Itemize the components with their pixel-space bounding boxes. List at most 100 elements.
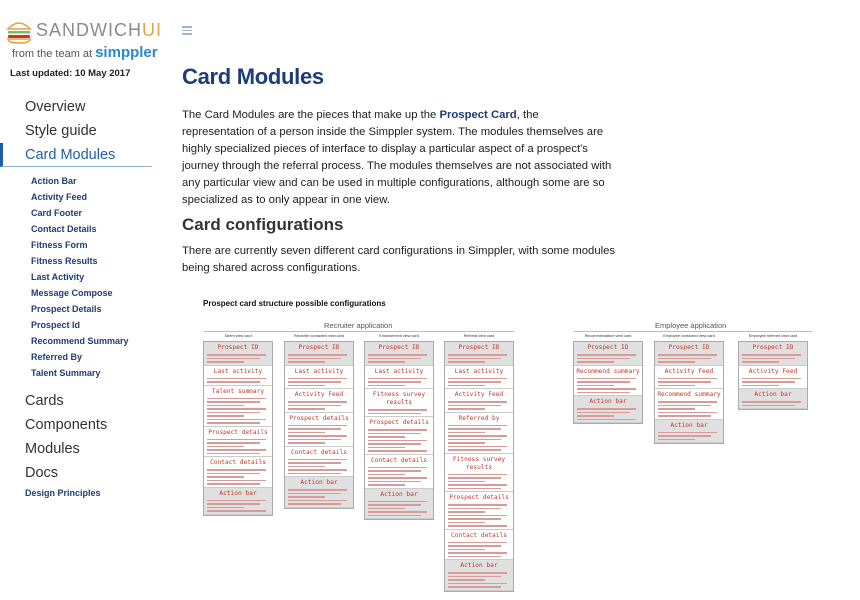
card-module-body (207, 397, 269, 424)
module-text-line (368, 439, 427, 441)
nav-docs[interactable]: Docs (0, 461, 152, 485)
module-text-line (742, 357, 795, 359)
module-text-line (448, 404, 501, 406)
nav-sub-fitness-results[interactable]: Fitness Results (0, 253, 152, 269)
nav-modules[interactable]: Modules (0, 437, 152, 461)
card-module-body (288, 377, 350, 386)
module-text-line (207, 397, 266, 399)
card-module-title: Last activity (454, 367, 504, 375)
module-text-line (207, 503, 260, 505)
sidebar: SANDWICHUI from the team at simppler Last… (0, 0, 161, 600)
module-text-line (742, 401, 801, 403)
module-text-line (658, 361, 696, 363)
module-text-line (368, 357, 421, 359)
module-text-line (368, 511, 427, 513)
module-text-line (742, 377, 801, 379)
nav-sub-prospect-details[interactable]: Prospect Details (0, 301, 152, 317)
module-text-line (368, 450, 427, 452)
module-text-line (448, 435, 507, 437)
card-module: Prospect ID (365, 342, 433, 366)
nav-sub-talent-summary[interactable]: Talent Summary (0, 365, 152, 381)
module-text-line (368, 412, 421, 414)
nav-sub-fitness-form[interactable]: Fitness Form (0, 237, 152, 253)
nav-sub-recommend-summary[interactable]: Recommend Summary (0, 333, 152, 349)
module-text-line (207, 442, 260, 444)
card-module: Action bar (365, 488, 433, 519)
module-text-line (368, 446, 406, 448)
module-text-line (368, 480, 421, 482)
nav-design-principles[interactable]: Design Principles (0, 485, 152, 501)
card-module: Recommend summary (655, 389, 723, 420)
nav-sub-action-bar[interactable]: Action Bar (0, 173, 152, 189)
card-module-body (448, 504, 510, 527)
nav-sub-contact-details[interactable]: Contact Details (0, 221, 152, 237)
card-module-body (742, 377, 804, 386)
nav-card-modules[interactable]: Card Modules (0, 143, 152, 167)
card-module-title: Activity Feed (294, 391, 344, 398)
card-module-title: Prospect ID (587, 344, 629, 351)
module-text-line (448, 541, 507, 543)
module-text-line (577, 391, 630, 393)
module-text-line (288, 462, 341, 464)
module-text-line (288, 442, 326, 444)
nav-sub-referred-by[interactable]: Referred By (0, 349, 152, 365)
card-module: Action bar (739, 389, 807, 409)
card-module-title: Activity Feed (454, 391, 504, 398)
nav-sub-card-footer[interactable]: Card Footer (0, 205, 152, 221)
nav-sub-prospect-id[interactable]: Prospect Id (0, 317, 152, 333)
sandwichui-logo[interactable]: SANDWICHUI from the team at simppler (6, 14, 161, 64)
card-module-body (207, 499, 269, 512)
module-text-line (448, 548, 486, 550)
card-module: Prospect details (445, 492, 513, 530)
module-text-line (577, 354, 636, 356)
module-text-line (577, 411, 630, 413)
card-config-label: Endorsement view card (379, 334, 419, 338)
menu-icon[interactable] (182, 26, 192, 35)
module-text-line (448, 575, 501, 577)
card-module-title: Talent summary (211, 387, 265, 395)
card-config: Prospect ID Activity Feed Recommend summar… (654, 341, 724, 444)
module-text-line (368, 470, 421, 472)
card-module-title: Prospect details (289, 414, 349, 422)
module-text-line (448, 384, 486, 386)
card-module-body (207, 438, 269, 454)
module-text-line (448, 442, 486, 444)
card-module: Action bar (285, 477, 353, 508)
module-text-line (288, 361, 326, 363)
card-module: Activity Feed (655, 366, 723, 389)
module-text-line (288, 489, 347, 491)
card-module-body (368, 500, 430, 516)
card-module-body (368, 354, 430, 363)
last-updated: Last updated: 10 May 2017 (10, 68, 131, 79)
prospect-card-link[interactable]: Prospect Card (439, 109, 516, 121)
module-text-line (207, 408, 266, 410)
card-config-label: Talent view card (224, 334, 252, 338)
module-text-line (658, 377, 717, 379)
module-text-line (448, 552, 507, 554)
card-module: Prospect ID (285, 342, 353, 366)
module-text-line (207, 354, 266, 356)
module-text-line (288, 472, 341, 474)
nav-style-guide[interactable]: Style guide (0, 119, 152, 143)
card-module: Action bar (204, 487, 272, 515)
module-text-line (207, 377, 266, 379)
module-text-line (742, 384, 780, 386)
card-module: Fitness survey results (365, 389, 433, 417)
module-text-line (448, 511, 486, 513)
nav-overview[interactable]: Overview (0, 95, 152, 119)
card-module-body (448, 572, 510, 588)
nav-components[interactable]: Components (0, 413, 152, 437)
module-text-line (448, 477, 501, 479)
card-config: Prospect ID Recommend summary Action bar (573, 341, 643, 424)
module-text-line (207, 418, 266, 420)
nav-sub-activity-feed[interactable]: Activity Feed (0, 189, 152, 205)
module-text-line (288, 503, 341, 505)
nav-sub-last-activity[interactable]: Last Activity (0, 269, 152, 285)
module-text-line (448, 377, 507, 379)
card-module: Activity Feed (739, 366, 807, 389)
nav-sub-message-compose[interactable]: Message Compose (0, 285, 152, 301)
card-config: Prospect ID Activity Feed Action bar (738, 341, 808, 410)
nav-cards[interactable]: Cards (0, 389, 152, 413)
card-module: Contact details (285, 447, 353, 477)
module-text-line (448, 487, 501, 489)
